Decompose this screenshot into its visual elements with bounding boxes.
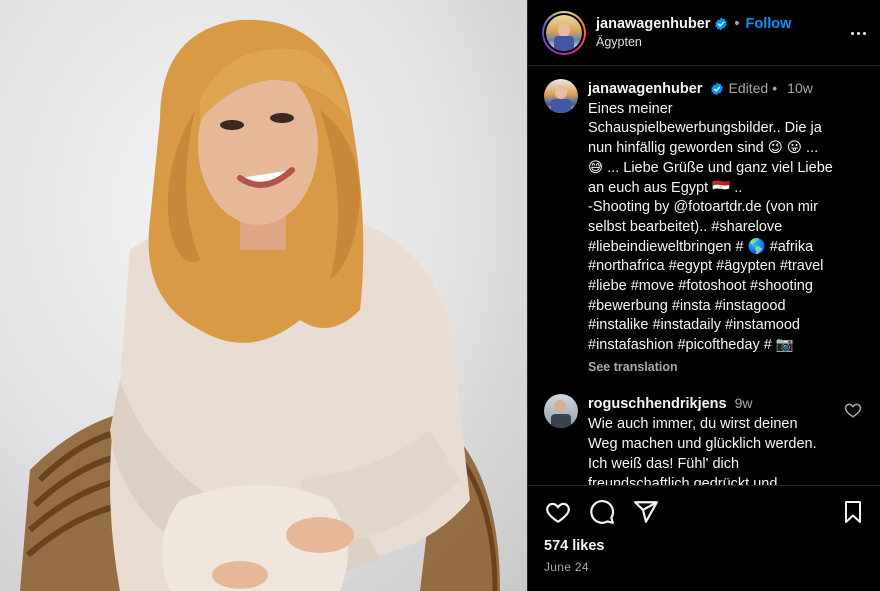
portrait-photo (20, 19, 500, 591)
edited-label: Edited (728, 80, 769, 96)
comment-age: 9w (734, 394, 753, 411)
author-username[interactable]: janawagenhuber (596, 16, 710, 32)
bookmark-icon[interactable] (839, 498, 867, 526)
header-separator: • (734, 16, 740, 32)
post-date: June 24 (544, 560, 589, 574)
commenter-username[interactable]: roguschhendrikjens (588, 396, 727, 412)
verified-badge-icon (715, 17, 728, 31)
post-panel: janawagenhuber • Follow Ägypten janawage… (527, 0, 880, 591)
post-header: janawagenhuber • Follow Ägypten (528, 0, 880, 66)
caption-age: 10w (787, 80, 813, 96)
comment-icon[interactable] (588, 498, 616, 526)
location-link[interactable]: Ägypten (596, 35, 791, 49)
commenter-avatar[interactable] (544, 393, 578, 428)
follow-button[interactable]: Follow (746, 16, 792, 32)
caption-entry: janawagenhuber Edited • 10w Eines meiner… (528, 67, 880, 378)
comment-text: Wie auch immer, du wirst deinen Weg mach… (588, 416, 817, 485)
post-photo[interactable] (0, 0, 527, 591)
action-bar (528, 486, 880, 526)
caption-avatar[interactable] (544, 79, 578, 113)
heart-icon[interactable] (544, 498, 572, 526)
avatar[interactable] (542, 10, 586, 55)
caption-username[interactable]: janawagenhuber (588, 81, 702, 97)
share-icon[interactable] (632, 498, 660, 526)
caption-separator: • (772, 80, 778, 96)
actions-area: 574 likes June 24 (528, 485, 880, 591)
comment-entry: roguschhendrikjens 9w Wie auch immer, du… (528, 378, 880, 485)
see-translation-link[interactable]: See translation (588, 358, 867, 378)
likes-count[interactable]: 574 likes (528, 526, 880, 554)
comments-section[interactable]: janawagenhuber Edited • 10w Eines meiner… (528, 67, 880, 485)
more-horizontal-icon[interactable] (846, 23, 870, 43)
verified-badge-icon (711, 82, 724, 96)
comment-like-heart-icon[interactable] (844, 401, 862, 419)
caption-text: Eines meiner Schauspielbewerbungsbilder.… (588, 100, 833, 354)
